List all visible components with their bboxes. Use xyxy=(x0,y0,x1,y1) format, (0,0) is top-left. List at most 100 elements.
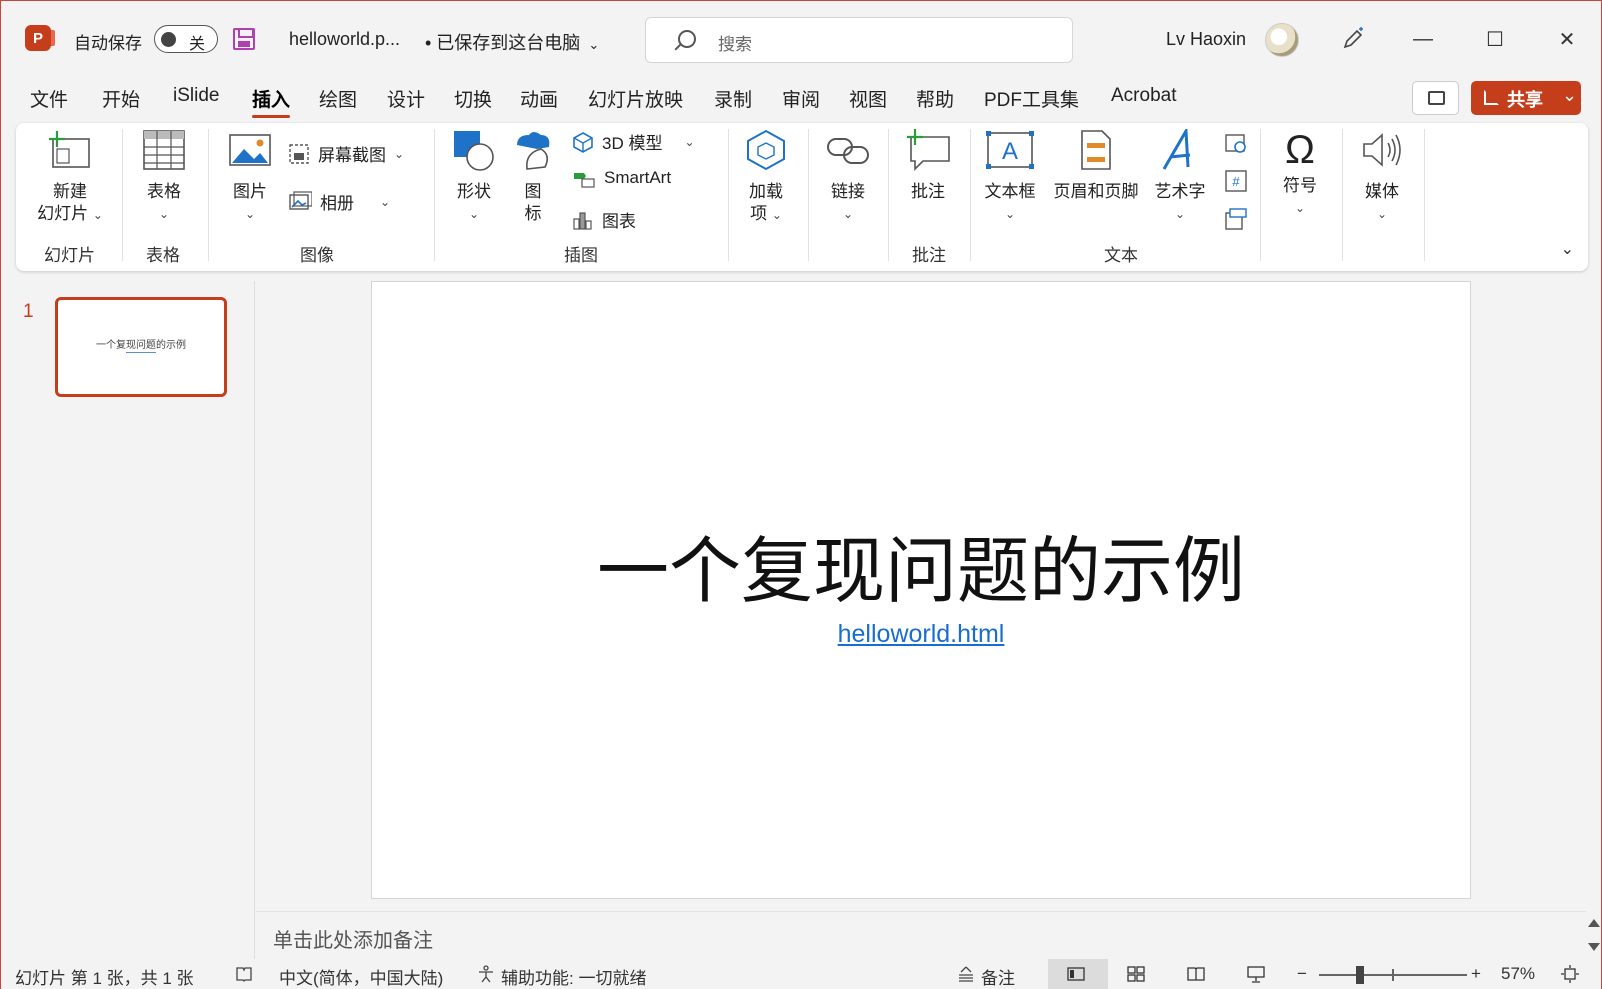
slide-title[interactable]: 一个复现问题的示例 xyxy=(372,512,1470,617)
tab-view[interactable]: 视图 xyxy=(849,85,887,112)
fit-to-window-icon[interactable] xyxy=(1561,965,1579,983)
tab-transitions[interactable]: 切换 xyxy=(454,85,492,112)
new-slide-button[interactable]: 新建 幻灯片 ⌄ xyxy=(30,129,110,226)
thumbnail-link-line xyxy=(126,352,156,353)
tab-insert[interactable]: 插入 xyxy=(252,85,291,118)
addins-button[interactable]: 加载 项 ⌄ xyxy=(738,129,794,226)
tab-design[interactable]: 设计 xyxy=(387,85,425,112)
chevron-down-icon: ⌄ xyxy=(468,207,480,221)
accessibility-status[interactable]: 辅助功能: 一切就绪 xyxy=(501,964,646,989)
maximize-button[interactable]: ☐ xyxy=(1475,21,1515,57)
tab-pdf-tools[interactable]: PDF工具集 xyxy=(984,85,1079,112)
document-title[interactable]: helloworld.p... xyxy=(289,29,400,50)
media-button[interactable]: 媒体 ⌄ xyxy=(1352,129,1412,225)
designer-pen-icon[interactable] xyxy=(1341,27,1365,51)
slide-hyperlink[interactable]: helloworld.html xyxy=(372,620,1470,649)
smartart-button[interactable]: SmartArt xyxy=(572,167,671,189)
zoom-slider-thumb[interactable] xyxy=(1356,966,1364,984)
new-slide-label-2-text: 幻灯片 xyxy=(37,204,89,223)
group-label-illustrations: 插图 xyxy=(564,246,598,265)
save-icon[interactable] xyxy=(233,28,255,50)
screenshot-button[interactable]: 屏幕截图 ⌄ xyxy=(288,141,404,166)
minimize-button[interactable]: — xyxy=(1403,21,1443,57)
search-input[interactable]: 搜索 xyxy=(645,17,1073,63)
notes-toggle-button[interactable]: 备注 xyxy=(981,964,1015,989)
group-label-slides: 幻灯片 xyxy=(44,246,95,265)
chevron-down-icon: ⌄ xyxy=(588,37,600,52)
toggle-knob xyxy=(161,32,176,47)
tab-acrobat[interactable]: Acrobat xyxy=(1111,85,1176,107)
language-status[interactable]: 中文(简体，中国大陆) xyxy=(279,964,443,989)
chart-icon xyxy=(573,211,592,230)
powerpoint-logo-icon: P xyxy=(25,25,55,51)
spelling-book-icon[interactable] xyxy=(235,965,253,983)
thumbnail-title: 一个复现问题的示例 xyxy=(96,340,186,351)
svg-text:A: A xyxy=(1002,138,1018,165)
3d-models-button[interactable]: 3D 模型 ⌄ xyxy=(572,129,695,154)
group-label-comments: 批注 xyxy=(912,246,946,265)
ribbon-collapse-chevron-icon[interactable]: ⌄ xyxy=(1561,239,1574,259)
chevron-down-icon: ⌄ xyxy=(1376,207,1388,221)
icons-icon xyxy=(517,132,550,170)
shapes-button[interactable]: 形状 ⌄ xyxy=(444,129,504,225)
slide-sorter-icon[interactable] xyxy=(1127,965,1145,983)
tab-record[interactable]: 录制 xyxy=(714,85,752,112)
symbol-button[interactable]: Ω 符号 ⌄ xyxy=(1270,129,1330,219)
avatar[interactable] xyxy=(1265,23,1299,57)
link-label: 链接 xyxy=(831,182,865,201)
tab-islide[interactable]: iSlide xyxy=(173,85,219,107)
doc-status-text: • 已保存到这台电脑 xyxy=(425,33,581,53)
user-name[interactable]: Lv Haoxin xyxy=(1166,29,1246,50)
slide-thumbnail-pane: 1 一个复现问题的示例 xyxy=(1,281,255,965)
notes-pane[interactable]: 单击此处添加备注 xyxy=(256,911,1586,959)
picture-button[interactable]: 图片 ⌄ xyxy=(220,129,280,225)
share-icon xyxy=(1484,90,1499,105)
zoom-level[interactable]: 57% xyxy=(1501,964,1535,984)
tab-help[interactable]: 帮助 xyxy=(916,85,954,112)
tab-animations[interactable]: 动画 xyxy=(520,85,558,112)
slide-thumbnail[interactable]: 一个复现问题的示例 xyxy=(55,297,227,397)
header-footer-label: 页眉和页脚 xyxy=(1053,182,1139,201)
slide-canvas[interactable]: 一个复现问题的示例 helloworld.html xyxy=(371,281,1471,899)
slideshow-view-icon[interactable] xyxy=(1247,965,1265,983)
link-button[interactable]: 链接 ⌄ xyxy=(818,129,878,225)
group-separator xyxy=(970,129,971,261)
slide-number-icon[interactable]: # xyxy=(1224,169,1248,193)
share-button[interactable]: 共享 ⌄ xyxy=(1471,81,1581,115)
group-label-text: 文本 xyxy=(1104,246,1138,265)
accessibility-icon[interactable] xyxy=(477,965,495,983)
normal-view-icon[interactable] xyxy=(1067,965,1085,983)
tab-home[interactable]: 开始 xyxy=(102,85,140,112)
header-footer-button[interactable]: 页眉和页脚 xyxy=(1048,129,1144,203)
chart-button[interactable]: 图表 xyxy=(572,207,636,232)
vertical-scrollbar[interactable] xyxy=(1586,911,1601,959)
symbol-label: 符号 xyxy=(1283,176,1317,195)
textbox-button[interactable]: A 文本框 ⌄ xyxy=(978,129,1042,225)
wordart-button[interactable]: 艺术字 ⌄ xyxy=(1150,125,1210,225)
object-icon[interactable] xyxy=(1224,207,1248,231)
tab-file[interactable]: 文件 xyxy=(30,85,68,112)
tab-review[interactable]: 审阅 xyxy=(782,85,820,112)
zoom-out-button[interactable]: − xyxy=(1297,964,1307,984)
screenshot-icon xyxy=(289,143,309,164)
tab-draw[interactable]: 绘图 xyxy=(319,85,357,112)
tab-slideshow[interactable]: 幻灯片放映 xyxy=(588,85,683,112)
document-save-status[interactable]: • 已保存到这台电脑 ⌄ xyxy=(425,29,599,55)
scroll-up-icon[interactable] xyxy=(1588,919,1600,927)
autosave-toggle[interactable]: 关 xyxy=(154,25,218,53)
speaker-icon xyxy=(1363,133,1401,167)
album-button[interactable]: 相册 ⌄ xyxy=(288,189,390,214)
new-comment-button[interactable]: 批注 xyxy=(898,129,958,203)
zoom-in-button[interactable]: + xyxy=(1471,964,1481,984)
slide-count-status[interactable]: 幻灯片 第 1 张，共 1 张 xyxy=(15,964,194,989)
reading-view-icon[interactable] xyxy=(1187,965,1205,983)
date-time-icon[interactable] xyxy=(1224,131,1248,155)
scroll-down-icon[interactable] xyxy=(1588,943,1600,951)
chevron-down-icon[interactable]: ⌄ xyxy=(1562,85,1577,106)
textbox-label: 文本框 xyxy=(984,182,1036,201)
group-separator xyxy=(728,129,729,261)
close-button[interactable]: ✕ xyxy=(1547,21,1587,57)
icons-button[interactable]: 图 标 xyxy=(510,129,556,225)
comments-button[interactable] xyxy=(1412,81,1459,115)
table-button[interactable]: 表格 ⌄ xyxy=(134,129,194,225)
